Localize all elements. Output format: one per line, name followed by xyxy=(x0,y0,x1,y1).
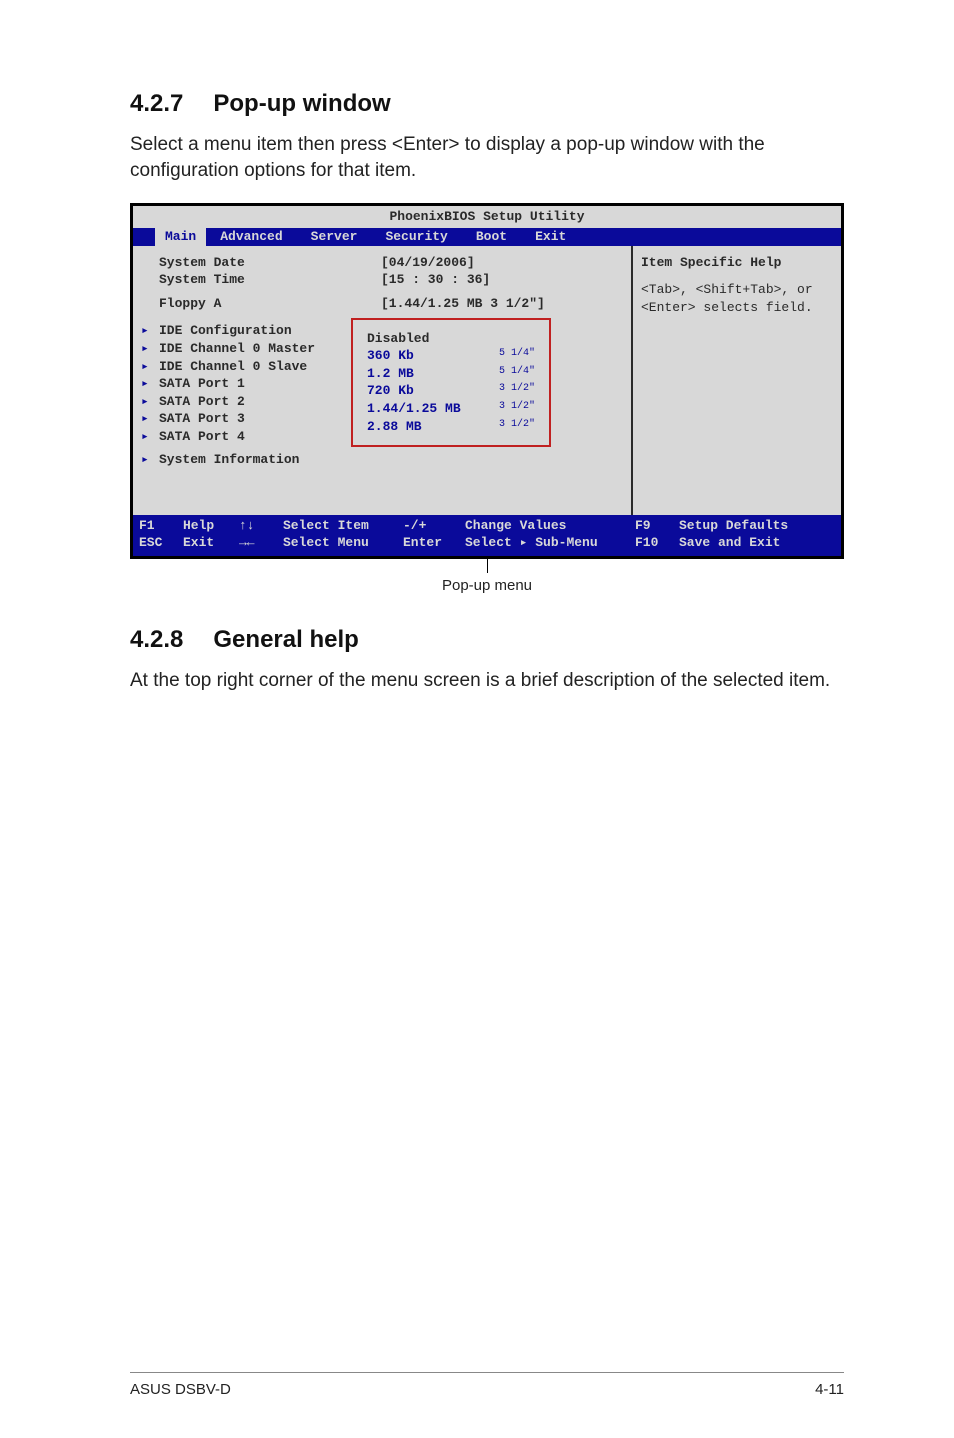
tab-main[interactable]: Main xyxy=(155,228,206,246)
label-floppy-a: Floppy A xyxy=(141,295,381,313)
bios-title: PhoenixBIOS Setup Utility xyxy=(133,206,841,228)
foot-label-select-item: Select Item xyxy=(283,517,403,535)
tab-exit[interactable]: Exit xyxy=(521,228,580,246)
arrow-right-icon: ▸ xyxy=(141,410,159,428)
foot-label-setup-defaults: Setup Defaults xyxy=(679,517,835,535)
submenu-label: IDE Channel 0 Slave xyxy=(159,358,307,376)
popup-menu[interactable]: Disabled 360 Kb5 1/4" 1.2 MB5 1/4" 720 K… xyxy=(351,318,551,447)
help-title: Item Specific Help xyxy=(641,254,833,272)
section-title: Pop-up window xyxy=(213,90,390,117)
section-body-general: At the top right corner of the menu scre… xyxy=(130,668,844,694)
caption-pointer-line xyxy=(487,559,488,573)
bios-left-pane: System Date [04/19/2006] System Time [15… xyxy=(133,246,631,515)
foot-key-esc: ESC xyxy=(139,534,183,552)
submenu-label: IDE Configuration xyxy=(159,322,292,340)
foot-key-f10: F10 xyxy=(635,534,679,552)
submenu-label: SATA Port 2 xyxy=(159,393,245,411)
label-system-date: System Date xyxy=(141,254,381,272)
tab-server[interactable]: Server xyxy=(297,228,372,246)
arrow-right-icon: ▸ xyxy=(141,358,159,376)
foot-label-save-exit: Save and Exit xyxy=(679,534,835,552)
arrow-right-icon: ▸ xyxy=(141,340,159,358)
foot-label-change-values: Change Values xyxy=(465,517,635,535)
section-number: 4.2.8 xyxy=(130,626,183,654)
section-title: General help xyxy=(213,626,358,653)
leftright-icon: →← xyxy=(239,534,283,552)
popup-option-1-2mb[interactable]: 1.2 MB5 1/4" xyxy=(367,365,535,383)
foot-label-select-menu: Select Menu xyxy=(283,534,403,552)
value-system-time[interactable]: [15 : 30 : 36] xyxy=(381,271,490,289)
foot-key-f9: F9 xyxy=(635,517,679,535)
bios-help-pane: Item Specific Help <Tab>, <Shift+Tab>, o… xyxy=(631,246,841,515)
tab-boot[interactable]: Boot xyxy=(462,228,521,246)
arrow-right-icon: ▸ xyxy=(141,451,159,469)
footer-left: ASUS DSBV-D xyxy=(130,1381,231,1398)
arrow-right-icon: ▸ xyxy=(141,428,159,446)
arrow-right-icon: ▸ xyxy=(141,375,159,393)
bios-window: PhoenixBIOS Setup Utility Main Advanced … xyxy=(130,203,844,559)
submenu-label: SATA Port 3 xyxy=(159,410,245,428)
submenu-label: System Information xyxy=(159,451,299,469)
bios-footer: F1 Help ↑↓ Select Item -/+ Change Values… xyxy=(133,515,841,556)
value-system-date[interactable]: [04/19/2006] xyxy=(381,254,475,272)
section-heading-general: 4.2.8 General help xyxy=(130,626,844,654)
popup-option-360kb[interactable]: 360 Kb5 1/4" xyxy=(367,347,535,365)
submenu-label: IDE Channel 0 Master xyxy=(159,340,315,358)
bios-tabbar: Main Advanced Server Security Boot Exit xyxy=(133,228,841,246)
arrow-right-icon: ▸ xyxy=(141,393,159,411)
label-system-time: System Time xyxy=(141,271,381,289)
foot-key-minusplus: -/+ xyxy=(403,517,465,535)
section-body-popup: Select a menu item then press <Enter> to… xyxy=(130,132,844,183)
tab-advanced[interactable]: Advanced xyxy=(206,228,296,246)
figure-caption: Pop-up menu xyxy=(130,577,844,594)
foot-label-help: Help xyxy=(183,517,239,535)
popup-option-1-44mb[interactable]: 1.44/1.25 MB3 1/2" xyxy=(367,400,535,418)
foot-key-f1: F1 xyxy=(139,517,183,535)
popup-option-720kb[interactable]: 720 Kb3 1/2" xyxy=(367,382,535,400)
footer-right: 4-11 xyxy=(815,1381,844,1398)
updown-icon: ↑↓ xyxy=(239,517,283,535)
popup-option-2-88mb[interactable]: 2.88 MB3 1/2" xyxy=(367,418,535,436)
foot-key-enter: Enter xyxy=(403,534,465,552)
popup-option-disabled[interactable]: Disabled xyxy=(367,330,535,348)
submenu-label: SATA Port 4 xyxy=(159,428,245,446)
foot-label-select-submenu: Select ▸ Sub-Menu xyxy=(465,534,635,552)
section-number: 4.2.7 xyxy=(130,90,183,118)
value-floppy-a[interactable]: [1.44/1.25 MB 3 1/2"] xyxy=(381,295,545,313)
help-text: <Tab>, <Shift+Tab>, or <Enter> selects f… xyxy=(641,281,833,316)
foot-label-exit: Exit xyxy=(183,534,239,552)
submenu-system-info[interactable]: ▸System Information xyxy=(141,451,617,469)
page-footer: ASUS DSBV-D 4-11 xyxy=(130,1381,844,1438)
arrow-right-icon: ▸ xyxy=(141,322,159,340)
footer-rule xyxy=(130,1372,844,1373)
section-heading-popup: 4.2.7 Pop-up window xyxy=(130,90,844,118)
submenu-label: SATA Port 1 xyxy=(159,375,245,393)
tab-security[interactable]: Security xyxy=(371,228,461,246)
